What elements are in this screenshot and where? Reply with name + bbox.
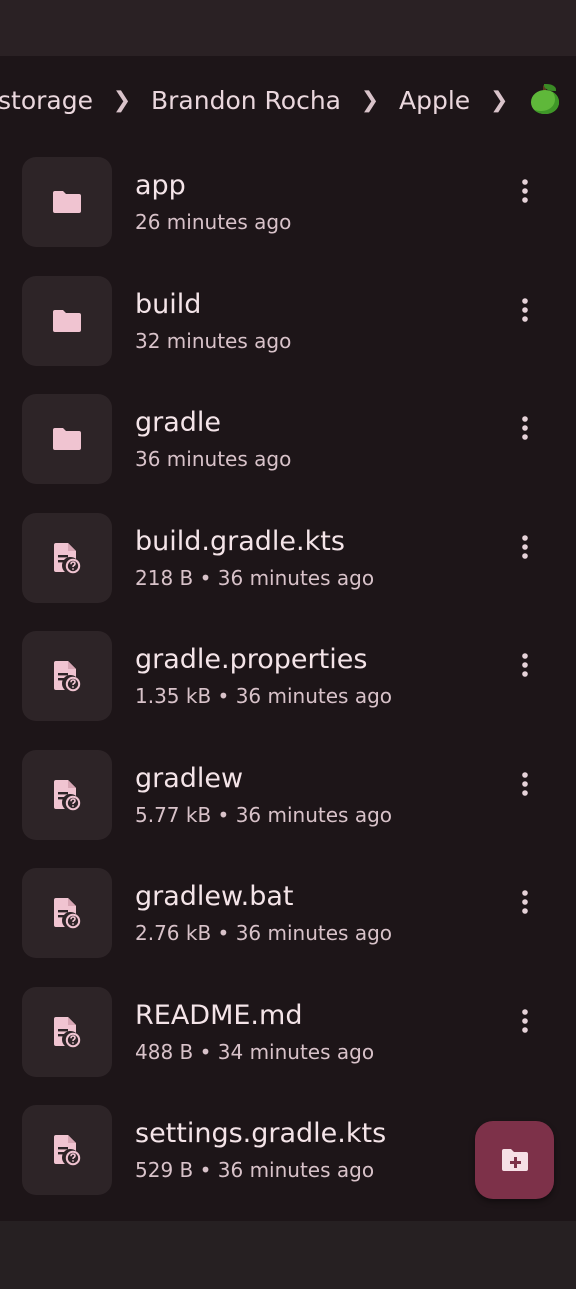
more-vert-icon [521, 771, 529, 797]
list-item[interactable]: build.gradle.kts 218 B • 36 minutes ago [0, 494, 576, 613]
more-options-button[interactable] [510, 887, 540, 917]
breadcrumb-item-storage[interactable]: storage [0, 86, 93, 115]
new-folder-icon [501, 1149, 528, 1171]
unknown-file-icon [53, 897, 81, 929]
file-thumbnail [22, 1105, 112, 1195]
breadcrumb: storage ❯ Brandon Rocha ❯ Apple ❯ [0, 76, 560, 124]
file-thumbnail [22, 512, 112, 603]
list-item[interactable]: gradlew.bat 2.76 kB • 36 minutes ago [0, 849, 576, 968]
file-name: gradlew.bat [135, 881, 294, 912]
chevron-right-icon: ❯ [489, 87, 509, 113]
unknown-file-icon [53, 660, 81, 692]
file-meta: 36 minutes ago [135, 447, 292, 471]
unknown-file-icon [53, 1134, 81, 1166]
file-thumbnail [22, 157, 112, 247]
more-options-button[interactable] [510, 532, 540, 562]
file-meta: 5.77 kB • 36 minutes ago [135, 802, 393, 827]
file-meta: 32 minutes ago [135, 328, 292, 353]
file-thumbnail [22, 868, 112, 958]
more-vert-icon [521, 297, 529, 323]
file-thumbnail [22, 749, 112, 840]
file-list: app 26 minutes ago build 32 minutes ago grad… [0, 138, 576, 1205]
file-meta: 529 B • 36 minutes ago [135, 1158, 375, 1182]
unknown-file-icon [53, 779, 81, 811]
file-thumbnail [22, 275, 112, 366]
more-options-button[interactable] [510, 176, 540, 206]
unknown-file-icon [53, 1016, 81, 1048]
file-name: gradle.properties [135, 644, 368, 675]
more-options-button[interactable] [510, 650, 540, 680]
folder-icon [52, 427, 82, 451]
file-name: app [135, 170, 186, 201]
file-thumbnail [22, 986, 112, 1077]
unknown-file-icon [53, 542, 81, 574]
file-meta: 1.35 kB • 36 minutes ago [135, 684, 393, 708]
chevron-right-icon: ❯ [360, 87, 380, 113]
more-vert-icon [521, 1008, 529, 1034]
chevron-right-icon: ❯ [112, 87, 132, 113]
file-name: gradlew [135, 762, 244, 794]
list-item[interactable]: gradle.properties 1.35 kB • 36 minutes ag… [0, 612, 576, 731]
file-name: gradle [135, 407, 222, 438]
breadcrumb-item-apple[interactable]: Apple [399, 86, 470, 115]
list-item[interactable]: build 32 minutes ago [0, 257, 576, 376]
more-vert-icon [521, 889, 529, 915]
more-vert-icon [521, 534, 529, 560]
more-options-button[interactable] [510, 295, 540, 325]
file-name: build [135, 288, 202, 320]
bottom-bar [0, 1221, 576, 1289]
file-meta: 218 B • 36 minutes ago [135, 565, 375, 590]
file-name: settings.gradle.kts [135, 1118, 387, 1149]
more-vert-icon [521, 178, 529, 204]
folder-icon [52, 190, 82, 214]
file-name: build.gradle.kts [135, 525, 345, 557]
list-item[interactable]: app 26 minutes ago [0, 138, 576, 257]
file-thumbnail [22, 394, 112, 484]
file-name: README.md [135, 999, 303, 1031]
list-item[interactable]: gradle 36 minutes ago [0, 375, 576, 494]
more-vert-icon [521, 652, 529, 678]
list-item[interactable]: gradlew 5.77 kB • 36 minutes ago [0, 731, 576, 850]
more-options-button[interactable] [510, 769, 540, 799]
file-thumbnail [22, 631, 112, 721]
breadcrumb-item-brandon-rocha[interactable]: Brandon Rocha [151, 86, 341, 115]
file-meta: 26 minutes ago [135, 210, 292, 234]
green-apple-icon[interactable] [530, 84, 560, 115]
new-folder-button[interactable] [475, 1121, 554, 1199]
file-meta: 2.76 kB • 36 minutes ago [135, 921, 393, 945]
file-meta: 488 B • 34 minutes ago [135, 1039, 375, 1064]
top-app-bar [0, 0, 576, 56]
more-vert-icon [521, 415, 529, 441]
more-options-button[interactable] [510, 1006, 540, 1036]
folder-icon [52, 309, 82, 333]
more-options-button[interactable] [510, 413, 540, 443]
list-item[interactable]: README.md 488 B • 34 minutes ago [0, 968, 576, 1087]
